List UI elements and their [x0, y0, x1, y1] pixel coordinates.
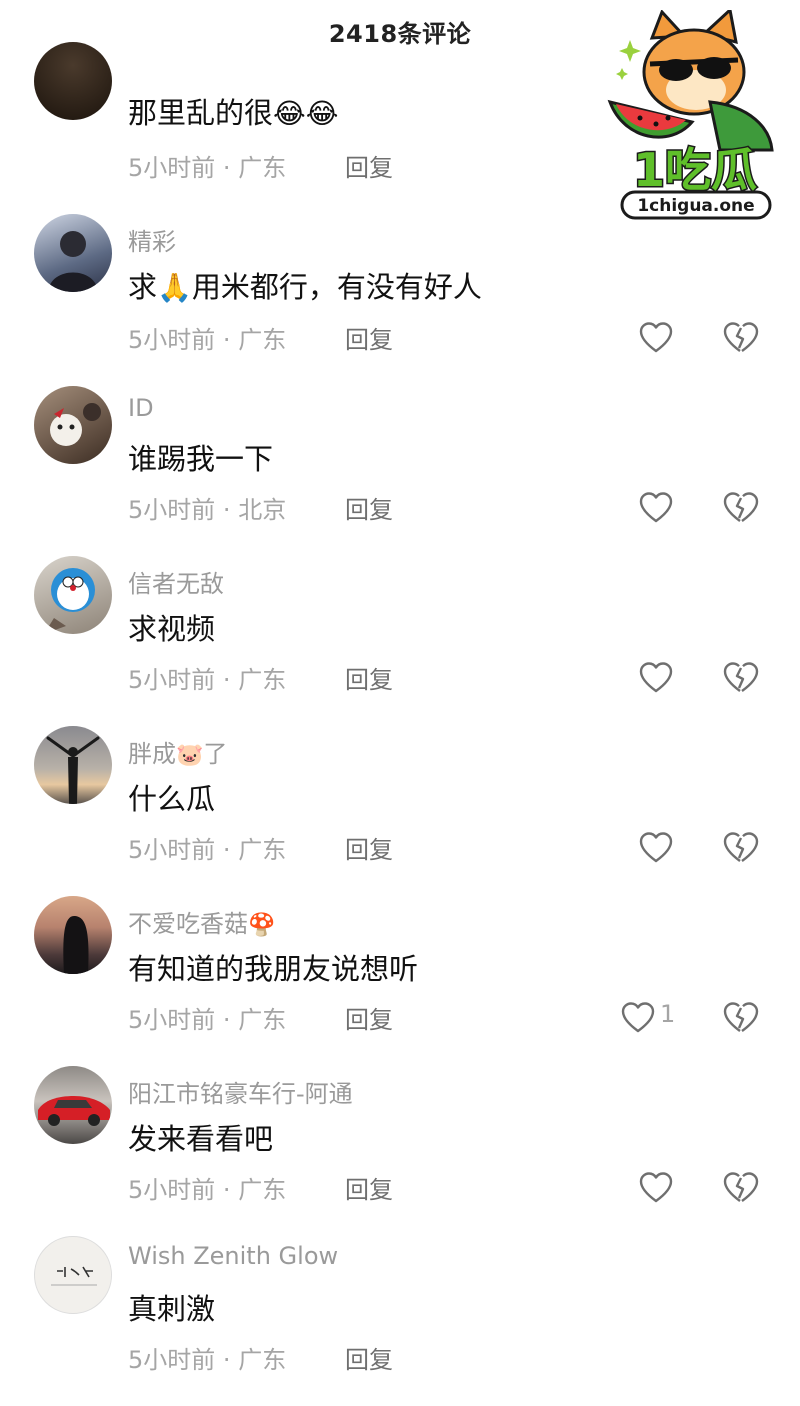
- comment-username[interactable]: ID: [128, 394, 154, 422]
- like-heart-icon[interactable]: [638, 490, 674, 526]
- dog-watermelon-logo-icon: 1吃瓜 1chigua.one: [607, 7, 774, 220]
- dislike-broken-heart-icon[interactable]: [722, 490, 760, 526]
- reply-button[interactable]: 回复: [345, 1170, 393, 1205]
- comment-text: 有知道的我朋友说想听: [128, 952, 419, 986]
- comment-item: 胖成🐷了 什么瓜 5小时前 · 广东 回复: [0, 726, 800, 896]
- comment-text: 谁踢我一下: [128, 442, 274, 476]
- like-heart-icon[interactable]: [638, 1170, 674, 1206]
- watermark-logo: 1吃瓜 1chigua.one: [600, 7, 790, 225]
- avatar-woman-icon: [63, 916, 89, 974]
- like-count: 1: [660, 1000, 676, 1028]
- comment-meta: 5小时前 · 广东: [128, 666, 287, 694]
- praying-hands-emoji: 🙏: [157, 271, 192, 304]
- avatar-red-car-icon: [38, 1096, 110, 1126]
- rofl-emoji: 😂😂: [273, 97, 339, 130]
- comment-text: 那里乱的很😂😂: [128, 96, 339, 130]
- like-heart-icon[interactable]: [638, 320, 674, 356]
- avatar[interactable]: [34, 42, 112, 120]
- reply-button[interactable]: 回复: [345, 1340, 393, 1375]
- comment-text: 真刺激: [128, 1292, 216, 1326]
- reply-button[interactable]: 回复: [345, 830, 393, 865]
- comment-item: 阳江市铭豪车行-阿通 发来看看吧 5小时前 · 广东 回复: [0, 1066, 800, 1236]
- comment-username[interactable]: 不爱吃香菇🍄: [128, 904, 275, 939]
- comment-text: 什么瓜: [128, 782, 216, 816]
- avatar[interactable]: [34, 1066, 112, 1144]
- avatar[interactable]: [34, 726, 112, 804]
- dislike-broken-heart-icon[interactable]: [722, 830, 760, 866]
- comment-text: 求🙏用米都行，有没有好人: [128, 270, 482, 304]
- comment-item: 信者无敌 求视频 5小时前 · 广东 回复: [0, 556, 800, 726]
- avatar[interactable]: [34, 556, 112, 634]
- reply-button[interactable]: 回复: [345, 320, 393, 355]
- comment-meta: 5小时前 · 广东: [128, 1346, 287, 1374]
- dislike-broken-heart-icon[interactable]: [722, 1000, 760, 1036]
- comment-text: 求视频: [128, 612, 216, 646]
- like-heart-icon[interactable]: [620, 1000, 656, 1036]
- comment-username[interactable]: 信者无敌: [128, 564, 224, 599]
- comment-meta: 5小时前 · 广东: [128, 1176, 287, 1204]
- comment-item: Wish Zenith Glow 真刺激 5小时前 · 广东 回复: [0, 1236, 800, 1406]
- avatar-doraemon-icon: [44, 568, 95, 634]
- dislike-broken-heart-icon[interactable]: [722, 320, 760, 356]
- avatar-dog-icon: [50, 403, 101, 446]
- avatar[interactable]: [34, 386, 112, 464]
- mushroom-emoji: 🍄: [248, 913, 276, 938]
- comment-username[interactable]: Wish Zenith Glow: [128, 1242, 338, 1270]
- dislike-broken-heart-icon[interactable]: [722, 1170, 760, 1206]
- reply-button[interactable]: 回复: [345, 148, 393, 183]
- avatar-calligraphy-icon: [51, 1266, 97, 1286]
- dislike-broken-heart-icon[interactable]: [722, 660, 760, 696]
- like-heart-icon[interactable]: [638, 830, 674, 866]
- avatar-figure-icon: [48, 231, 98, 292]
- comment-item: 不爱吃香菇🍄 有知道的我朋友说想听 5小时前 · 广东 回复 1: [0, 896, 800, 1066]
- comment-item: ID 谁踢我一下 5小时前 · 北京 回复: [0, 386, 800, 556]
- comment-meta: 5小时前 · 北京: [128, 496, 287, 524]
- reply-button[interactable]: 回复: [345, 1000, 393, 1035]
- domain-text: 1chigua.one: [637, 196, 754, 216]
- avatar[interactable]: [34, 1236, 112, 1314]
- comment-username[interactable]: 阳江市铭豪车行-阿通: [128, 1074, 353, 1109]
- comment-meta: 5小时前 · 广东: [128, 836, 287, 864]
- comment-username[interactable]: 胖成🐷了: [128, 734, 227, 769]
- comment-item: 精彩 求🙏用米都行，有没有好人 5小时前 · 广东 回复: [0, 214, 800, 384]
- avatar[interactable]: [34, 896, 112, 974]
- comment-meta: 5小时前 · 广东: [128, 326, 287, 354]
- brand-text: 1吃瓜: [633, 143, 757, 197]
- comment-meta: 5小时前 · 广东: [128, 1006, 287, 1034]
- like-heart-icon[interactable]: [638, 660, 674, 696]
- avatar[interactable]: [34, 214, 112, 292]
- avatar-silhouette-icon: [46, 736, 100, 804]
- comment-text: 发来看看吧: [128, 1122, 274, 1156]
- comment-username[interactable]: 精彩: [128, 222, 176, 257]
- pig-face-emoji: 🐷: [176, 743, 204, 768]
- comment-meta: 5小时前 · 广东: [128, 154, 287, 182]
- reply-button[interactable]: 回复: [345, 660, 393, 695]
- reply-button[interactable]: 回复: [345, 490, 393, 525]
